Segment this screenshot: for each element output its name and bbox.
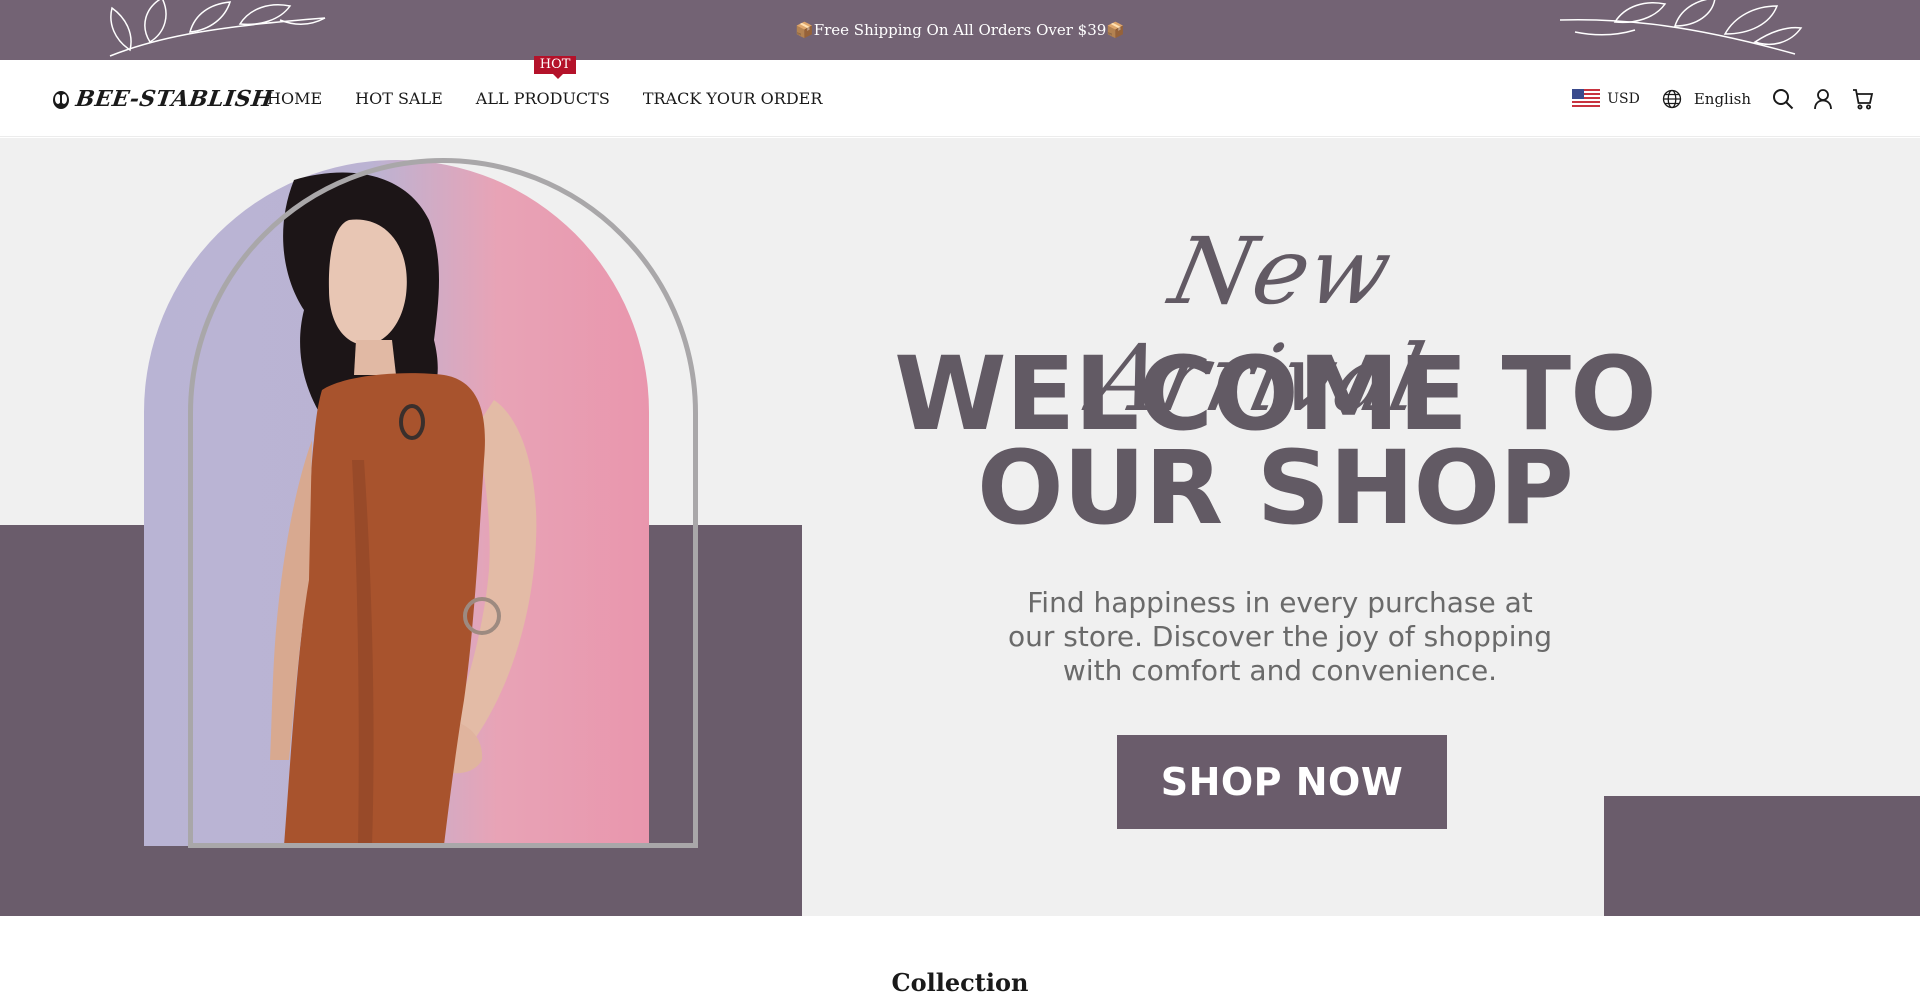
hero-banner[interactable]: New Arrival WELCOME TO OUR SHOP Find hap… — [0, 138, 1920, 916]
globe-icon — [1662, 89, 1681, 108]
collection-heading: Collection — [891, 968, 1029, 993]
account-icon[interactable] — [1812, 88, 1834, 110]
hero-decor-block — [1604, 796, 1920, 916]
cart-icon[interactable] — [1852, 88, 1874, 110]
hero-headline-line1: WELCOME TO — [894, 335, 1657, 454]
hero-headline-line2: OUR SHOP — [977, 429, 1574, 548]
hero-tagline-line3: with comfort and convenience. — [1062, 654, 1498, 687]
site-header: BEE-STABLISH HOME HOT SALE ALL PRODUCTS … — [0, 56, 1920, 137]
leaf-decoration — [1559, 0, 1803, 55]
shop-now-button[interactable]: SHOP NOW — [1117, 735, 1447, 829]
hero-tagline: Find happiness in every purchase at our … — [975, 586, 1585, 688]
logo-text: BEE-STABLISH — [74, 86, 275, 112]
us-flag-icon — [1572, 88, 1601, 109]
hero-tagline-line2: our store. Discover the joy of shopping — [1007, 620, 1552, 653]
announcement-bar: 📦Free Shipping On All Orders Over $39📦 — [0, 0, 1920, 60]
language-selector[interactable]: English — [1662, 89, 1751, 109]
main-nav: HOME HOT SALE ALL PRODUCTS HOT TRACK YOU… — [267, 56, 855, 137]
nav-all-products[interactable]: ALL PRODUCTS HOT — [475, 56, 610, 108]
language-label: English — [1693, 89, 1751, 108]
nav-all-products-label: ALL PRODUCTS — [475, 89, 610, 108]
currency-label: USD — [1607, 90, 1640, 107]
hero-tagline-line1: Find happiness in every purchase at — [1027, 586, 1533, 619]
header-utilities: USD English — [1572, 60, 1874, 137]
site-logo[interactable]: BEE-STABLISH — [50, 82, 275, 116]
currency-selector[interactable]: USD — [1572, 88, 1640, 109]
hot-badge: HOT — [533, 56, 577, 79]
nav-home[interactable]: HOME — [267, 89, 322, 108]
nav-track-order[interactable]: TRACK YOUR ORDER — [643, 89, 823, 108]
hero-headline: WELCOME TO OUR SHOP — [880, 335, 1670, 548]
search-icon[interactable] — [1772, 88, 1794, 110]
hero-arch-frame — [188, 158, 698, 848]
bee-logo-icon — [53, 91, 69, 109]
nav-hot-sale[interactable]: HOT SALE — [355, 89, 443, 108]
